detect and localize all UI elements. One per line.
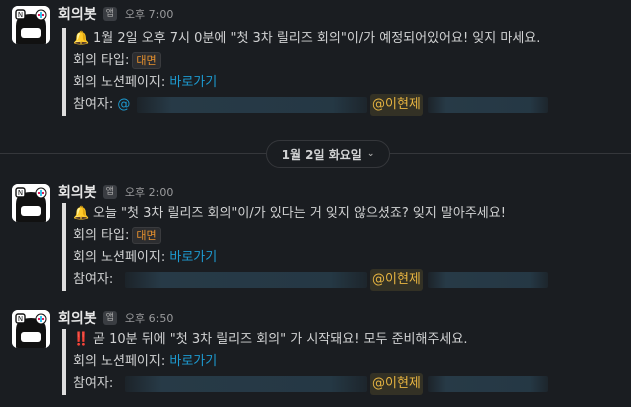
meeting-type-value: 대면: [132, 52, 161, 69]
bell-icon: 🔔: [73, 206, 90, 221]
participants-label: 참여자:: [73, 97, 114, 112]
chevron-down-icon: ⌄: [366, 149, 375, 159]
reminder-text: 🔔 오늘 "첫 3차 릴리즈 회의"이/가 있다는 거 잊지 않으셨죠? 잊지 말…: [73, 203, 563, 225]
sender-name[interactable]: 회의봇: [58, 308, 97, 328]
ghost-bot-icon: N: [12, 310, 50, 348]
message: N 회의봇 앱 오후 6:50 ‼️ 곧 10분 뒤에 "첫 3차 릴리즈 회의"…: [0, 304, 631, 407]
user-mention[interactable]: @이현제: [370, 269, 423, 291]
reminder-text: 🔔 1월 2일 오후 7시 0분에 "첫 3차 릴리즈 회의"이/가 예정되어있어…: [73, 28, 563, 50]
notion-page-row: 회의 노션페이지: 바로가기: [73, 351, 563, 373]
notion-page-label: 회의 노션페이지:: [73, 354, 166, 369]
notion-page-label: 회의 노션페이지:: [73, 75, 166, 90]
redacted-participants: [428, 272, 548, 288]
timestamp[interactable]: 오후 7:00: [125, 6, 173, 22]
attachment-block: ‼️ 곧 10분 뒤에 "첫 3차 릴리즈 회의" 가 시작돼요! 모두 준비해주…: [62, 329, 563, 395]
reminder-message: 1월 2일 오후 7시 0분에 "첫 3차 릴리즈 회의"이/가 예정되어있어요…: [93, 31, 541, 46]
ghost-bot-icon: N: [12, 184, 50, 222]
reminder-text: ‼️ 곧 10분 뒤에 "첫 3차 릴리즈 회의" 가 시작돼요! 모두 준비해주…: [73, 329, 563, 351]
user-mention[interactable]: @이현제: [370, 94, 423, 116]
reminder-message: 오늘 "첫 3차 릴리즈 회의"이/가 있다는 거 잊지 않으셨죠? 잊지 말아…: [93, 206, 506, 221]
notion-page-link[interactable]: 바로가기: [169, 354, 217, 369]
message-header: 회의봇 앱 오후 2:00: [58, 182, 173, 202]
meeting-type-label: 회의 타입:: [73, 53, 130, 68]
notion-page-row: 회의 노션페이지: 바로가기: [73, 72, 563, 94]
participants-row: 참여자: @이현제: [73, 269, 563, 291]
user-mention[interactable]: @이현제: [370, 373, 423, 395]
participants-label: 참여자:: [73, 376, 114, 391]
participants-mention-prefix[interactable]: @: [117, 97, 130, 112]
notion-page-label: 회의 노션페이지:: [73, 250, 166, 265]
redacted-participants: [428, 97, 548, 113]
svg-text:N: N: [18, 315, 23, 323]
svg-text:N: N: [18, 11, 23, 19]
attachment-block: 🔔 오늘 "첫 3차 릴리즈 회의"이/가 있다는 거 잊지 않으셨죠? 잊지 말…: [62, 203, 563, 291]
redacted-participants: [428, 376, 548, 392]
meeting-type-row: 회의 타입: 대면: [73, 50, 563, 72]
message-header: 회의봇 앱 오후 6:50: [58, 308, 173, 328]
bot-avatar[interactable]: N: [12, 310, 50, 348]
attachment-block: 🔔 1월 2일 오후 7시 0분에 "첫 3차 릴리즈 회의"이/가 예정되어있어…: [62, 28, 563, 116]
day-divider-label: 1월 2일 화요일: [281, 147, 362, 162]
participants-row: 참여자: @ @이현제: [73, 94, 563, 116]
bot-avatar[interactable]: N: [12, 184, 50, 222]
meeting-type-row: 회의 타입: 대면: [73, 225, 563, 247]
double-exclamation-icon: ‼️: [73, 332, 90, 347]
notion-page-row: 회의 노션페이지: 바로가기: [73, 247, 563, 269]
redacted-participants: [137, 97, 367, 113]
participants-row: 참여자: @이현제: [73, 373, 563, 395]
reminder-message: 곧 10분 뒤에 "첫 3차 릴리즈 회의" 가 시작돼요! 모두 준비해주세요…: [93, 332, 468, 347]
redacted-participants: [125, 272, 367, 288]
message: N 회의봇 앱 오후 7:00 🔔 1월 2일 오후 7시 0분에 "첫 3차 릴…: [0, 0, 631, 120]
bell-icon: 🔔: [73, 31, 90, 46]
svg-text:N: N: [18, 189, 23, 197]
meeting-type-label: 회의 타입:: [73, 228, 130, 243]
message-header: 회의봇 앱 오후 7:00: [58, 4, 173, 24]
notion-page-link[interactable]: 바로가기: [169, 75, 217, 90]
participants-label: 참여자:: [73, 272, 114, 287]
bot-avatar[interactable]: N: [12, 6, 50, 44]
app-badge: 앱: [102, 7, 117, 21]
sender-name[interactable]: 회의봇: [58, 182, 97, 202]
app-badge: 앱: [102, 311, 117, 325]
timestamp[interactable]: 오후 6:50: [125, 310, 173, 326]
app-badge: 앱: [102, 185, 117, 199]
notion-page-link[interactable]: 바로가기: [169, 250, 217, 265]
timestamp[interactable]: 오후 2:00: [125, 184, 173, 200]
ghost-bot-icon: N: [12, 6, 50, 44]
day-divider-button[interactable]: 1월 2일 화요일 ⌄: [266, 140, 390, 168]
redacted-participants: [125, 376, 367, 392]
sender-name[interactable]: 회의봇: [58, 4, 97, 24]
meeting-type-value: 대면: [132, 227, 161, 244]
message: N 회의봇 앱 오후 2:00 🔔 오늘 "첫 3차 릴리즈 회의"이/가 있다는…: [0, 178, 631, 298]
